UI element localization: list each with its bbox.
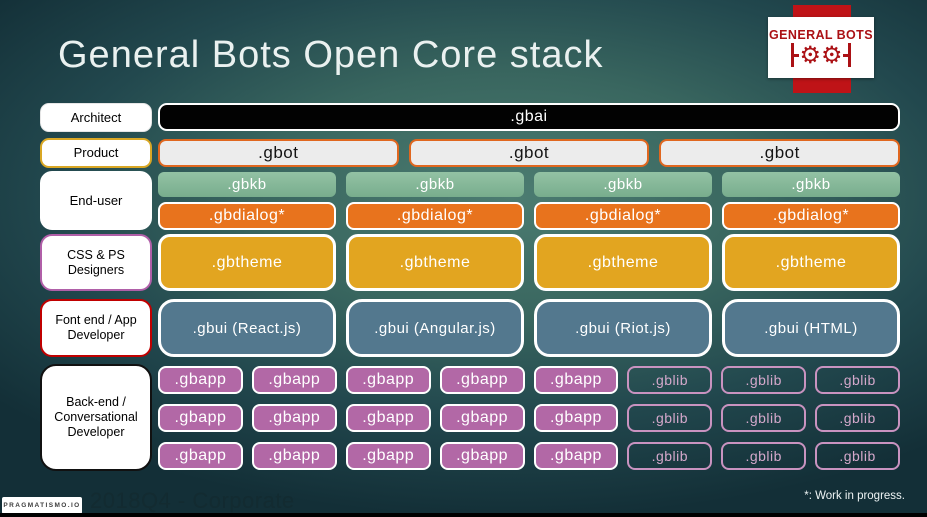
gbdialog-box: .gbdialog* [158,202,336,230]
gbapp-box: .gbapp [533,442,619,470]
gbkb-box: .gbkb [722,172,900,197]
logo-text: GENERAL BOTS [769,28,873,42]
gbapp-box: .gbapp [158,366,243,394]
gbot-row: .gbot .gbot .gbot [158,139,901,167]
gear-bar-right [847,43,851,67]
bottom-black-bar [0,513,927,517]
gbui-row: .gbui (React.js) .gbui (Angular.js) .gbui … [158,299,900,357]
gbot-box: .gbot [659,139,901,167]
row-label-end-user: End-user [40,171,152,230]
gbapp-box: .gbapp [345,366,431,394]
gbapp-box: .gbapp [533,404,619,432]
gbapp-box: .gbapp [439,404,525,432]
gbui-box: .gbui (Angular.js) [346,299,524,357]
gbapp-box: .gbapp [345,404,431,432]
gblib-box: .gblib [627,366,713,394]
gbapp-box: .gbapp [345,442,431,470]
gbot-box: .gbot [408,139,650,167]
row-label-css-ps-designers: CSS & PS Designers [40,234,152,291]
gbdialog-box: .gbdialog* [346,202,524,230]
gear-icon: ⚙ [799,41,821,69]
slide: General Bots Open Core stack GENERAL BOT… [0,0,927,517]
gblib-box: .gblib [721,404,807,432]
row-label-product: Product [40,138,152,168]
row-label-architect: Architect [40,103,152,132]
footer-version-text: 2018Q4 - Corporate [90,488,295,513]
gbtheme-row: .gbtheme .gbtheme .gbtheme .gbtheme [158,234,900,291]
gbapp-box: .gbapp [251,366,337,394]
gbai-box: .gbai [158,103,900,131]
gbkb-row: .gbkb .gbkb .gbkb .gbkb [158,172,900,197]
gbai-row: .gbai [158,103,900,131]
gbui-box: .gbui (React.js) [158,299,336,357]
gbapp-box: .gbapp [251,442,337,470]
gear-icon: ⚙ [821,41,843,69]
gbdialog-box: .gbdialog* [722,202,900,230]
general-bots-logo: GENERAL BOTS ⚙ ⚙ [768,17,874,78]
backend-row: .gbapp .gbapp .gbapp .gbapp .gbapp .gblib .gbl… [158,404,900,432]
gbtheme-box: .gbtheme [534,234,712,291]
gblib-box: .gblib [627,404,713,432]
work-in-progress-note: *: Work in progress. [804,490,905,502]
gblib-box: .gblib [627,442,713,470]
gblib-box: .gblib [815,366,900,394]
gbtheme-box: .gbtheme [346,234,524,291]
gbui-box: .gbui (Riot.js) [534,299,712,357]
gblib-box: .gblib [721,442,807,470]
gbtheme-box: .gbtheme [722,234,900,291]
gbdialog-row: .gbdialog* .gbdialog* .gbdialog* .gbdialog* [158,202,900,230]
gblib-box: .gblib [815,442,900,470]
gbapp-box: .gbapp [251,404,337,432]
gblib-box: .gblib [721,366,807,394]
gears-icon: ⚙ ⚙ [791,41,851,69]
gbot-box: .gbot [158,139,399,167]
gbapp-box: .gbapp [439,442,525,470]
gbapp-box: .gbapp [533,366,619,394]
gbkb-box: .gbkb [346,172,524,197]
gbapp-box: .gbapp [439,366,525,394]
backend-row: .gbapp .gbapp .gbapp .gbapp .gbapp .gblib .gbl… [158,442,900,470]
gbtheme-box: .gbtheme [158,234,336,291]
gbkb-box: .gbkb [158,172,336,197]
row-label-backend-developer: Back-end / Conversational Developer [40,364,152,471]
gbkb-box: .gbkb [534,172,712,197]
gbapp-box: .gbapp [158,404,243,432]
gblib-box: .gblib [815,404,900,432]
page-title: General Bots Open Core stack [58,34,604,76]
pragmatismo-logo: PRAGMATISMO.IO [2,497,82,514]
gbdialog-box: .gbdialog* [534,202,712,230]
gbapp-box: .gbapp [158,442,243,470]
backend-row: .gbapp .gbapp .gbapp .gbapp .gbapp .gblib .gbl… [158,366,900,394]
gbui-box: .gbui (HTML) [722,299,900,357]
row-label-frontend-developer: Font end / App Developer [40,299,152,357]
